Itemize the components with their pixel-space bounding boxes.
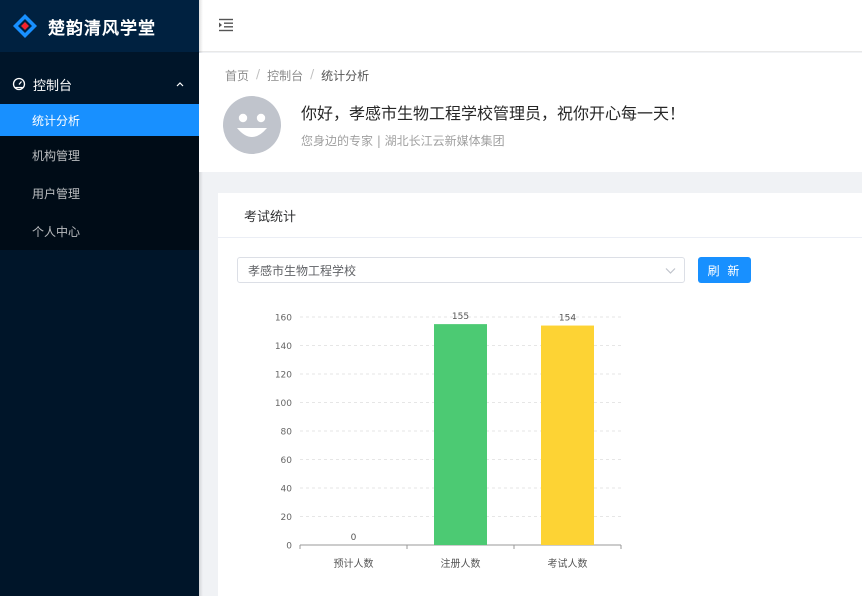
greeting-text: 你好，孝感市生物工程学校管理员，祝你开心每一天！ [301,104,686,123]
sidebar-item-users[interactable]: 用户管理 [0,174,199,212]
submenu: 统计分析 机构管理 用户管理 个人中心 [0,104,199,250]
breadcrumb-separator: / [310,67,315,81]
y-tick-label: 120 [275,371,292,381]
sidebar: 楚韵清风学堂 控制台 统计分析 机构管理 用户管理 个人中心 [0,0,199,596]
y-tick-label: 160 [275,314,292,324]
breadcrumb-separator: / [256,67,261,81]
bar [541,325,594,545]
data-label: 154 [559,314,576,324]
school-select[interactable]: 孝感市生物工程学校 [237,257,685,283]
bar [434,324,487,545]
menu-fold-icon[interactable] [218,18,234,32]
select-value: 孝感市生物工程学校 [248,263,357,278]
sidebar-item-label: 个人中心 [32,224,81,239]
exam-bar-chart: 0 20 40 60 80 100 120 140 160 0 预计人数 155 注册人数 154 考试人数 [275,312,622,570]
y-tick-label: 40 [281,485,293,495]
data-label: 155 [452,312,469,322]
x-tick-label: 考试人数 [548,557,588,570]
sidebar-item-statistics[interactable]: 统计分析 [0,104,199,136]
chevron-up-icon [176,82,184,87]
x-tick-label: 预计人数 [334,557,374,570]
breadcrumb-home[interactable]: 首页 [225,67,249,84]
exam-statistics-card: 考试统计 孝感市生物工程学校 刷 新 0 20 40 60 80 100 120 140 160… [218,193,862,596]
top-bar [199,0,862,52]
breadcrumb-dashboard[interactable]: 控制台 [267,67,303,84]
chevron-down-icon [665,268,676,274]
breadcrumb: 首页 / 控制台 / 统计分析 [225,67,369,84]
data-label: 0 [351,533,357,543]
page-header: 首页 / 控制台 / 统计分析 你好，孝感市生物工程学校管理员，祝你开心每一天！… [199,53,862,172]
logo[interactable]: 楚韵清风学堂 [0,0,199,52]
menu-group-label: 控制台 [33,78,73,94]
logo-text: 楚韵清风学堂 [48,18,156,39]
y-tick-label: 20 [281,513,293,523]
sidebar-item-label: 用户管理 [32,186,81,201]
sidebar-item-institutions[interactable]: 机构管理 [0,136,199,174]
breadcrumb-current: 统计分析 [321,69,370,83]
sidebar-item-profile[interactable]: 个人中心 [0,212,199,250]
sub-greeting-text: 您身边的专家 | 湖北长江云新媒体集团 [301,134,505,148]
x-tick-label: 注册人数 [441,557,481,570]
y-tick-label: 80 [281,428,293,438]
avatar-smiley-icon [223,96,281,154]
sidebar-item-label: 统计分析 [32,113,81,128]
y-tick-label: 100 [275,399,292,409]
y-tick-label: 0 [286,542,292,552]
logo-diamond-icon [13,14,37,38]
menu-group-dashboard[interactable]: 控制台 [0,64,199,104]
sidebar-item-label: 机构管理 [32,148,81,163]
y-tick-label: 140 [275,342,292,352]
card-title: 考试统计 [218,193,862,238]
refresh-button[interactable]: 刷 新 [698,257,751,283]
y-tick-label: 60 [281,456,293,466]
dashboard-icon [12,77,26,91]
